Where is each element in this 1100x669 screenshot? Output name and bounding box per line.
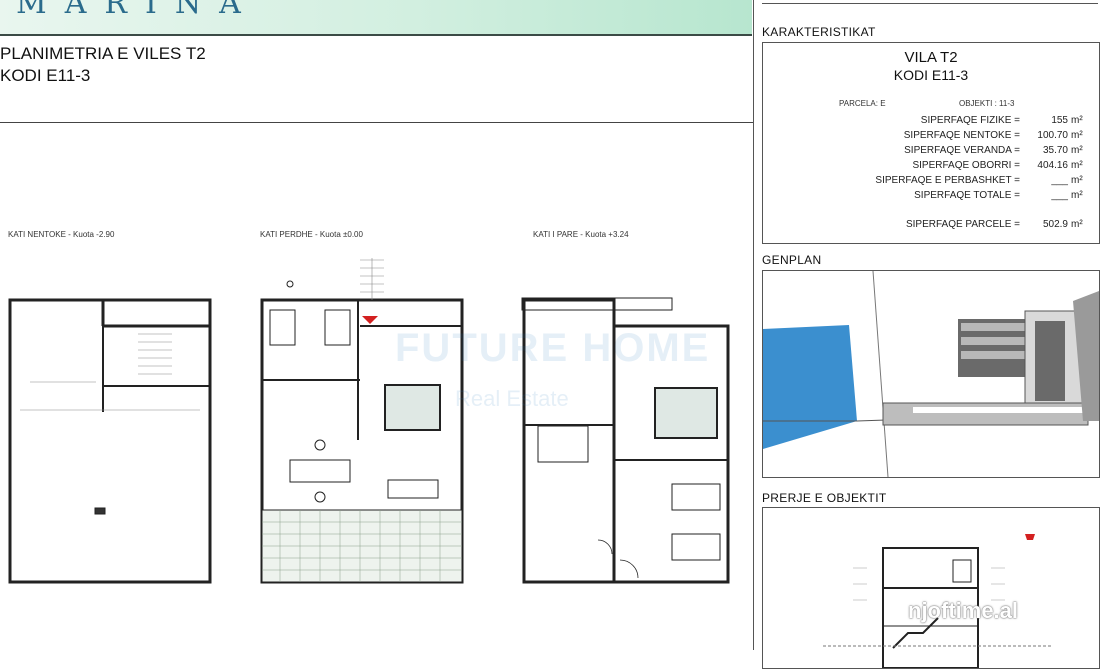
agency-watermark-sub: Real Estate (455, 386, 569, 411)
area-row-total: SIPERFAQE TOTALE = ___ m² (914, 190, 1083, 201)
panel-top-border (762, 3, 1098, 4)
genplan-heading: GENPLAN (762, 253, 822, 267)
ground-floor-plan (260, 258, 464, 584)
floor-plans-drawing (8, 258, 730, 584)
site-plan-drawing (763, 271, 1099, 477)
plan-label-first: KATI I PARE - Kuota +3.24 (533, 230, 629, 239)
area-row-yard: SIPERFAQE OBORRI = 404.16 m² (912, 160, 1083, 171)
site-watermark: njoftime.al (908, 598, 1019, 623)
villa-code: KODI E11-3 (893, 67, 969, 83)
area-row-veranda: SIPERFAQE VERANDA = 35.70 m² (904, 145, 1083, 156)
characteristics-heading: KARAKTERISTIKAT (762, 25, 876, 39)
plan-label-basement: KATI NENTOKE - Kuota -2.90 (8, 230, 115, 239)
area-row-parcel: SIPERFAQE PARCELE = 502.9 m² (905, 219, 1083, 230)
agency-watermark: FUTURE HOME (395, 326, 711, 370)
header-banner: MARINA (0, 0, 752, 34)
area-row-physical: SIPERFAQE FIZIKE = 155 m² (920, 115, 1083, 126)
villa-name: VILA T2 (904, 49, 958, 66)
area-row-basement: SIPERFAQE NENTOKE = 100.70 m² (903, 130, 1083, 141)
page-title: PLANIMETRIA E VILES T2 (0, 44, 206, 63)
object-label: OBJEKTI : 11-3 (959, 99, 1015, 108)
plan-label-ground: KATI PERDHE - Kuota ±0.00 (260, 230, 363, 239)
title-divider (0, 122, 753, 123)
building-section-drawing (823, 534, 1053, 668)
page-subtitle-code: KODI E11-3 (0, 66, 91, 85)
section-box (762, 507, 1100, 669)
characteristics-box: VILA T2 KODI E11-3 PARCELA: E OBJEKTI : … (762, 42, 1100, 244)
parcel-label: PARCELA: E (839, 99, 886, 108)
section-heading: PRERJE E OBJEKTIT (762, 491, 887, 505)
vertical-divider (753, 0, 754, 650)
genplan-box (762, 270, 1100, 478)
area-row-shared: SIPERFAQE E PERBASHKET = ___ m² (875, 175, 1083, 186)
brand-logo-text: MARINA (16, 0, 259, 21)
basement-floor-plan (8, 298, 212, 584)
banner-divider (0, 34, 752, 36)
